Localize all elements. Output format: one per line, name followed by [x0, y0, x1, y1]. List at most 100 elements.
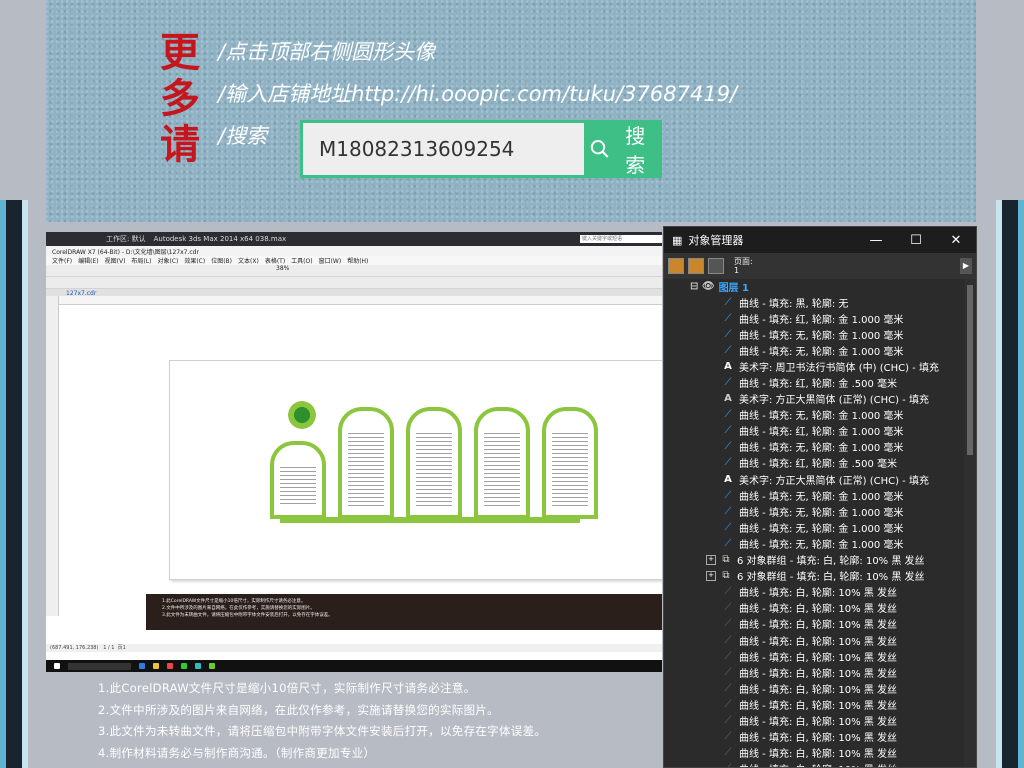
object-row[interactable]: ⟋ 曲线 - 填充: 黑, 轮廓: 无	[664, 294, 964, 310]
object-row[interactable]: ⟋ 曲线 - 填充: 白, 轮廓: 10% 黑 发丝	[664, 616, 964, 632]
menu-text[interactable]: 文本(X)	[238, 256, 259, 265]
object-row[interactable]: ⟋ 曲线 - 填充: 白, 轮廓: 10% 黑 发丝	[664, 648, 964, 664]
object-row[interactable]: ⟋ 曲线 - 填充: 白, 轮廓: 10% 黑 发丝	[664, 696, 964, 712]
artistic-text-icon: A	[724, 360, 732, 372]
object-label: 曲线 - 填充: 无, 轮廓: 金 1.000 毫米	[739, 507, 904, 519]
curve-icon: ⟋	[724, 425, 732, 437]
calligraphy-text: 更 多 请	[150, 30, 210, 190]
search-icon	[590, 140, 609, 158]
search-button[interactable]: 搜索	[584, 123, 659, 177]
object-label: 曲线 - 填充: 白, 轮廓: 10% 黑 发丝	[739, 761, 897, 767]
curve-icon: ⟋	[724, 618, 732, 630]
explorer-icon[interactable]	[153, 663, 159, 669]
object-label: 曲线 - 填充: 无, 轮廓: 金 1.000 毫米	[739, 411, 904, 423]
object-row[interactable]: ⟋ 曲线 - 填充: 无, 轮廓: 金 1.000 毫米	[664, 326, 964, 342]
object-label: 美术字: 方正大黑简体 (正常) (CHC) - 填充	[739, 475, 929, 487]
object-row[interactable]: ⟋ 曲线 - 填充: 白, 轮廓: 10% 黑 发丝	[664, 584, 964, 600]
standard-toolbar[interactable]: 38%	[46, 265, 662, 277]
object-row[interactable]: ⟋ 曲线 - 填充: 无, 轮廓: 金 1.000 毫米	[664, 503, 964, 519]
design-panel	[406, 407, 462, 519]
maximize-icon[interactable]: ☐	[896, 233, 936, 248]
chrome-icon[interactable]	[167, 663, 173, 669]
object-row[interactable]: + ⧉ 6 对象群组 - 填充: 白, 轮廓: 10% 黑 发丝	[664, 568, 964, 584]
property-bar[interactable]	[46, 277, 662, 289]
search-input[interactable]	[303, 123, 584, 175]
object-row[interactable]: ⟋ 曲线 - 填充: 白, 轮廓: 10% 黑 发丝	[664, 632, 964, 648]
workspace-label[interactable]: 工作区: 默认	[106, 234, 146, 244]
object-row[interactable]: ⟋ 曲线 - 填充: 红, 轮廓: 金 1.000 毫米	[664, 310, 964, 326]
show-properties-icon[interactable]	[668, 258, 684, 274]
object-row[interactable]: ⟋ 曲线 - 填充: 白, 轮廓: 10% 黑 发丝	[664, 729, 964, 745]
object-label: 曲线 - 填充: 无, 轮廓: 金 1.000 毫米	[739, 443, 904, 455]
menu-view[interactable]: 视图(V)	[105, 256, 126, 265]
object-label: 曲线 - 填充: 白, 轮廓: 10% 黑 发丝	[739, 636, 898, 648]
menu-object[interactable]: 对象(C)	[157, 256, 178, 265]
object-row[interactable]: ⟋ 曲线 - 填充: 无, 轮廓: 金 1.000 毫米	[664, 439, 964, 455]
menu-layout[interactable]: 布局(L)	[131, 256, 151, 265]
object-label: 曲线 - 填充: 红, 轮廓: 金 .500 毫米	[739, 459, 898, 471]
edge-icon[interactable]	[139, 663, 145, 669]
object-row[interactable]: A 美术字: 方正大黑简体 (正常) (CHC) - 填充	[664, 471, 964, 487]
menu-tools[interactable]: 工具(O)	[291, 256, 312, 265]
menu-bitmap[interactable]: 位图(B)	[211, 256, 232, 265]
menu-file[interactable]: 文件(F)	[52, 256, 72, 265]
menu-effects[interactable]: 效果(C)	[184, 256, 205, 265]
object-label: 曲线 - 填充: 白, 轮廓: 10% 黑 发丝	[739, 668, 898, 680]
object-row[interactable]: ⟋ 曲线 - 填充: 红, 轮廓: 金 .500 毫米	[664, 374, 964, 390]
object-row[interactable]: ⟋ 曲线 - 填充: 无, 轮廓: 金 1.000 毫米	[664, 407, 964, 423]
coreldraw-icon[interactable]	[209, 663, 215, 669]
object-row[interactable]: ⟋ 曲线 - 填充: 红, 轮廓: 金 1.000 毫米	[664, 423, 964, 439]
curve-icon: ⟋	[724, 731, 732, 743]
promo-line-1: /点击顶部右侧圆形头像	[218, 40, 436, 64]
object-row[interactable]: A 美术字: 方正大黑简体 (正常) (CHC) - 填充	[664, 391, 964, 407]
flyout-arrow-icon[interactable]: ▶	[960, 258, 972, 274]
curve-icon: ⟋	[724, 666, 732, 678]
object-row[interactable]: ⟋ 曲线 - 填充: 白, 轮廓: 10% 黑 发丝	[664, 761, 964, 767]
object-row[interactable]: ⟋ 曲线 - 填充: 白, 轮廓: 10% 黑 发丝	[664, 745, 964, 761]
object-row[interactable]: ⟋ 曲线 - 填充: 无, 轮廓: 金 1.000 毫米	[664, 487, 964, 503]
design-panel	[474, 407, 530, 519]
object-row[interactable]: ⟋ 曲线 - 填充: 无, 轮廓: 金 1.000 毫米	[664, 535, 964, 551]
edit-across-layers-icon[interactable]	[688, 258, 704, 274]
menu-window[interactable]: 窗口(W)	[319, 256, 342, 265]
page-count[interactable]: 1 / 1	[103, 645, 114, 651]
windows-start-icon[interactable]	[54, 663, 60, 669]
page-tab[interactable]: 页1	[118, 645, 126, 651]
object-list-scrollbar[interactable]	[964, 279, 976, 767]
page-frame	[169, 360, 662, 580]
object-row[interactable]: ⟋ 曲线 - 填充: 无, 轮廓: 金 1.000 毫米	[664, 519, 964, 535]
zoom-level[interactable]: 38%	[276, 265, 289, 272]
wechat-icon[interactable]	[181, 663, 187, 669]
drawing-canvas[interactable]	[59, 296, 662, 616]
object-row[interactable]: ⟋ 曲线 - 填充: 白, 轮廓: 10% 黑 发丝	[664, 664, 964, 680]
taskbar-search[interactable]	[68, 662, 131, 670]
calligraphy-char: 更	[160, 29, 200, 76]
coreldraw-window: 工作区: 默认 Autodesk 3ds Max 2014 x64 038.ma…	[46, 232, 662, 672]
max-search-input[interactable]: 键入关键字或短语	[580, 235, 662, 243]
app-icon[interactable]	[195, 663, 201, 669]
object-row[interactable]: ⟋ 曲线 - 填充: 无, 轮廓: 金 1.000 毫米	[664, 342, 964, 358]
object-row[interactable]: ⟋ 曲线 - 填充: 白, 轮廓: 10% 黑 发丝	[664, 712, 964, 728]
object-row[interactable]: A 美术字: 周卫书法行书简体 (中) (CHC) - 填充	[664, 358, 964, 374]
layer-row[interactable]: ⊟ 👁 图层 1	[664, 279, 964, 294]
object-row[interactable]: ⟋ 曲线 - 填充: 白, 轮廓: 10% 黑 发丝	[664, 600, 964, 616]
minimize-icon[interactable]: —	[856, 233, 896, 248]
layer-visibility-icon[interactable]: ⊟ 👁	[690, 281, 715, 292]
menu-help[interactable]: 帮助(H)	[347, 256, 368, 265]
close-icon[interactable]: ✕	[936, 233, 976, 248]
curve-icon: ⟋	[724, 377, 732, 389]
object-row[interactable]: ⟋ 曲线 - 填充: 白, 轮廓: 10% 黑 发丝	[664, 680, 964, 696]
object-label: 曲线 - 填充: 白, 轮廓: 10% 黑 发丝	[739, 620, 898, 632]
expand-icon[interactable]: +	[706, 554, 716, 565]
layer-manager-icon[interactable]	[708, 258, 724, 274]
design-panel	[338, 407, 394, 519]
note-line: 3.此文件为未转曲文件，请将压缩包中附带字体文件安装后打开，以免存在字体误差。	[98, 724, 547, 738]
object-row[interactable]: ⟋ 曲线 - 填充: 红, 轮廓: 金 .500 毫米	[664, 455, 964, 471]
menu-edit[interactable]: 编辑(E)	[78, 256, 98, 265]
object-label: 曲线 - 填充: 无, 轮廓: 金 1.000 毫米	[739, 523, 904, 535]
object-row[interactable]: + ⧉ 6 对象群组 - 填充: 白, 轮廓: 10% 黑 发丝	[664, 552, 964, 568]
expand-icon[interactable]: +	[706, 570, 716, 581]
curve-icon: ⟋	[724, 747, 732, 759]
toolbox[interactable]	[46, 296, 59, 616]
menu-table[interactable]: 表格(T)	[265, 256, 285, 265]
